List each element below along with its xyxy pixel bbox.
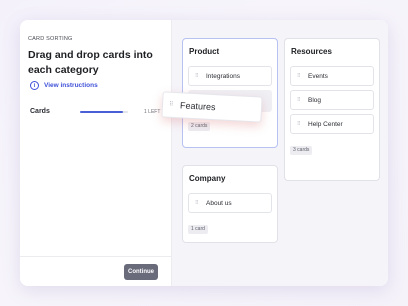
card-integrations[interactable]: ⠿ Integrations	[188, 66, 272, 86]
continue-button[interactable]: Continue	[124, 264, 158, 280]
card-label: Events	[308, 72, 328, 80]
category-resources[interactable]: Resources ⠿ Events ⠿ Blog ⠿ Help Center …	[284, 38, 380, 181]
cards-progress-fill	[80, 111, 124, 113]
card-about-us[interactable]: ⠿ About us	[188, 193, 272, 213]
card-label: Integrations	[206, 72, 240, 80]
card-help-center[interactable]: ⠿ Help Center	[290, 114, 374, 134]
cards-left-count: 1 LEFT	[144, 109, 161, 115]
view-instructions-label: View instructions	[44, 82, 98, 89]
instructions-panel: CARD SORTING Drag and drop cards into ea…	[20, 20, 172, 286]
category-company[interactable]: Company ⠿ About us 1 card	[182, 165, 278, 243]
card-sorting-window: CARD SORTING Drag and drop cards into ea…	[20, 20, 388, 286]
drag-handle-icon: ⠿	[297, 72, 301, 79]
category-title: Company	[189, 174, 226, 183]
categories-area: Product ⠿ Integrations 2 cards Company ⠿…	[172, 20, 388, 286]
card-label: Help Center	[308, 120, 343, 128]
card-blog[interactable]: ⠿ Blog	[290, 90, 374, 110]
drag-handle-icon: ⠿	[297, 120, 301, 127]
category-count-badge: 3 cards	[290, 146, 313, 155]
view-instructions-link[interactable]: i View instructions	[30, 81, 98, 90]
drag-handle-icon: ⠿	[168, 101, 174, 108]
category-title: Resources	[291, 47, 332, 56]
info-icon: i	[30, 81, 39, 90]
card-events[interactable]: ⠿ Events	[290, 66, 374, 86]
drag-handle-icon: ⠿	[195, 72, 199, 79]
drag-handle-icon: ⠿	[297, 96, 301, 103]
dragging-card-features[interactable]: ⠿ Features	[161, 91, 263, 123]
page-title: Drag and drop cards into each category	[28, 49, 153, 76]
drag-handle-icon: ⠿	[195, 199, 199, 206]
category-title: Product	[189, 47, 220, 56]
card-label: About us	[206, 199, 232, 207]
section-eyebrow: CARD SORTING	[28, 36, 73, 42]
card-label: Features	[179, 100, 216, 113]
cards-progress-label: Cards	[30, 108, 50, 115]
cards-progress-bar	[80, 111, 128, 113]
category-count-badge: 1 card	[188, 225, 208, 234]
category-count-badge: 2 cards	[188, 122, 211, 131]
card-label: Blog	[308, 96, 322, 104]
